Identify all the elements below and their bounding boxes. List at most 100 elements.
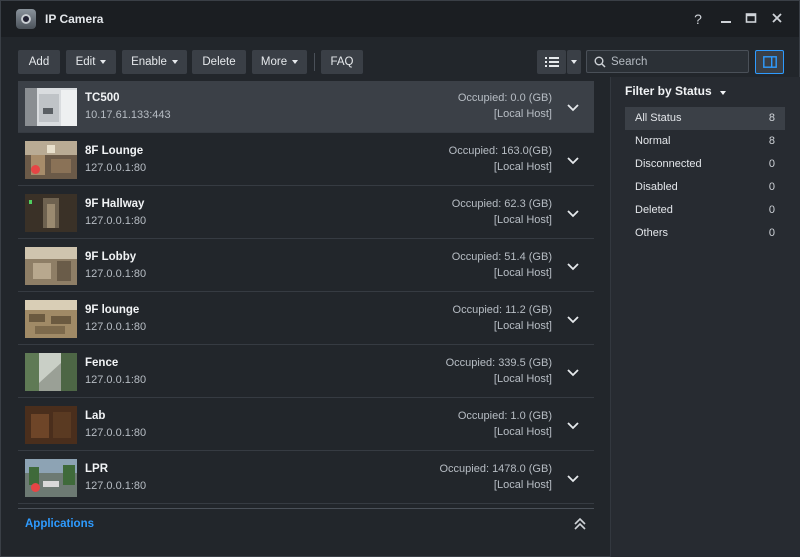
title-bar: IP Camera ?: [1, 1, 799, 37]
camera-row-9f-hallway[interactable]: 9F Hallway 127.0.0.1:80 Occupied: 62.3 (…: [18, 187, 594, 239]
dropdown-caret-icon: [719, 91, 726, 95]
dropdown-caret-icon: [571, 60, 577, 64]
filter-count: 8: [768, 112, 775, 124]
search-input[interactable]: [611, 54, 741, 70]
toolbar-divider: [314, 53, 315, 71]
camera-row-8f-lounge[interactable]: 8F Lounge 127.0.0.1:80 Occupied: 163.0(G…: [18, 134, 594, 186]
camera-thumbnail: [25, 406, 77, 444]
camera-address: 127.0.0.1:80: [85, 215, 147, 227]
filter-count: 0: [768, 204, 775, 216]
chevron-down-icon[interactable]: [566, 206, 580, 220]
applications-section[interactable]: Applications: [18, 508, 594, 538]
host-label: [Local Host]: [493, 479, 552, 491]
storage-occupied: Occupied: 62.3 (GB): [451, 198, 552, 210]
camera-thumbnail: [25, 300, 77, 338]
filter-label: Others: [635, 227, 669, 239]
camera-name: 8F Lounge: [85, 145, 144, 157]
window-title: IP Camera: [45, 12, 104, 26]
camera-row-9f-lobby[interactable]: 9F Lobby 127.0.0.1:80 Occupied: 51.4 (GB…: [18, 240, 594, 292]
delete-button-label: Delete: [202, 56, 236, 68]
enable-button[interactable]: Enable: [122, 50, 187, 74]
camera-row-tc500[interactable]: TC500 10.17.61.133:443 Occupied: 0.0 (GB…: [18, 81, 594, 133]
chevron-down-icon[interactable]: [566, 471, 580, 485]
camera-row-9f-lounge[interactable]: 9F lounge 127.0.0.1:80 Occupied: 11.2 (G…: [18, 293, 594, 345]
storage-occupied: Occupied: 51.4 (GB): [451, 251, 552, 263]
add-button[interactable]: Add: [18, 50, 60, 74]
host-label: [Local Host]: [493, 426, 552, 438]
storage-occupied: Occupied: 339.5 (GB): [445, 357, 552, 369]
side-panel-icon: [762, 56, 777, 68]
camera-app-icon: [16, 9, 36, 29]
camera-address: 127.0.0.1:80: [85, 321, 147, 333]
camera-address: 127.0.0.1:80: [85, 374, 147, 386]
camera-name: LPR: [85, 463, 108, 475]
filter-label: All Status: [635, 112, 682, 124]
filter-others[interactable]: Others 0: [625, 222, 785, 245]
host-label: [Local Host]: [493, 320, 552, 332]
storage-occupied: Occupied: 1.0 (GB): [457, 410, 552, 422]
camera-row-lab[interactable]: Lab 127.0.0.1:80 Occupied: 1.0 (GB) [Loc…: [18, 399, 594, 451]
faq-button-label: FAQ: [330, 56, 354, 68]
ip-camera-window: IP Camera ? Add Edit Enable Delete More …: [0, 0, 800, 557]
applications-label: Applications: [25, 518, 95, 530]
filter-label: Deleted: [635, 204, 673, 216]
filter-count: 0: [768, 227, 775, 239]
dropdown-caret-icon: [292, 60, 299, 64]
filter-count: 0: [768, 181, 775, 193]
chevron-down-icon[interactable]: [566, 365, 580, 379]
camera-thumbnail: [25, 353, 77, 391]
chevron-down-icon[interactable]: [566, 153, 580, 167]
help-icon[interactable]: ?: [689, 10, 707, 28]
chevron-down-icon[interactable]: [566, 312, 580, 326]
chevron-down-icon[interactable]: [566, 100, 580, 114]
camera-name: 9F Lobby: [85, 251, 137, 263]
filter-normal[interactable]: Normal 8: [625, 130, 785, 153]
minimize-icon[interactable]: [717, 10, 735, 28]
host-label: [Local Host]: [493, 108, 552, 120]
search-box[interactable]: [586, 50, 749, 73]
more-button[interactable]: More: [252, 50, 307, 74]
dropdown-caret-icon: [171, 60, 178, 64]
faq-button[interactable]: FAQ: [321, 50, 363, 74]
storage-occupied: Occupied: 0.0 (GB): [457, 92, 552, 104]
chevron-down-icon[interactable]: [566, 259, 580, 273]
camera-address: 127.0.0.1:80: [85, 268, 147, 280]
camera-address: 127.0.0.1:80: [85, 162, 147, 174]
enable-button-label: Enable: [131, 56, 167, 68]
list-view-button[interactable]: [537, 50, 566, 74]
filter-all-status[interactable]: All Status 8: [625, 107, 785, 130]
dropdown-caret-icon: [100, 60, 107, 64]
host-label: [Local Host]: [493, 373, 552, 385]
camera-row-fence[interactable]: Fence 127.0.0.1:80 Occupied: 339.5 (GB) …: [18, 346, 594, 398]
filter-panel: Filter by Status All Status 8 Normal 8 D…: [610, 77, 800, 557]
add-button-label: Add: [28, 56, 50, 68]
filter-deleted[interactable]: Deleted 0: [625, 199, 785, 222]
storage-occupied: Occupied: 163.0(GB): [448, 145, 552, 157]
camera-thumbnail: [25, 194, 77, 232]
more-button-label: More: [260, 56, 288, 68]
view-dropdown-button[interactable]: [567, 50, 581, 74]
storage-occupied: Occupied: 1478.0 (GB): [439, 463, 552, 475]
filter-label: Disabled: [635, 181, 678, 193]
filter-title[interactable]: Filter by Status: [625, 84, 726, 98]
close-icon[interactable]: [768, 10, 786, 28]
camera-thumbnail: [25, 88, 77, 126]
camera-name: Fence: [85, 357, 119, 369]
recording-indicator-icon: [31, 165, 40, 174]
maximize-icon[interactable]: [742, 10, 760, 28]
camera-address: 127.0.0.1:80: [85, 427, 147, 439]
camera-name: TC500: [85, 92, 120, 104]
camera-name: 9F lounge: [85, 304, 140, 316]
delete-button[interactable]: Delete: [192, 50, 246, 74]
filter-disabled[interactable]: Disabled 0: [625, 176, 785, 199]
filter-label: Disconnected: [635, 158, 702, 170]
filter-label: Normal: [635, 135, 671, 147]
double-chevron-up-icon[interactable]: [573, 517, 587, 531]
filter-title-label: Filter by Status: [625, 84, 712, 98]
camera-thumbnail: [25, 247, 77, 285]
toggle-filter-panel-button[interactable]: [755, 50, 784, 74]
filter-disconnected[interactable]: Disconnected 0: [625, 153, 785, 176]
chevron-down-icon[interactable]: [566, 418, 580, 432]
camera-row-lpr[interactable]: LPR 127.0.0.1:80 Occupied: 1478.0 (GB) […: [18, 452, 594, 504]
edit-button[interactable]: Edit: [66, 50, 116, 74]
